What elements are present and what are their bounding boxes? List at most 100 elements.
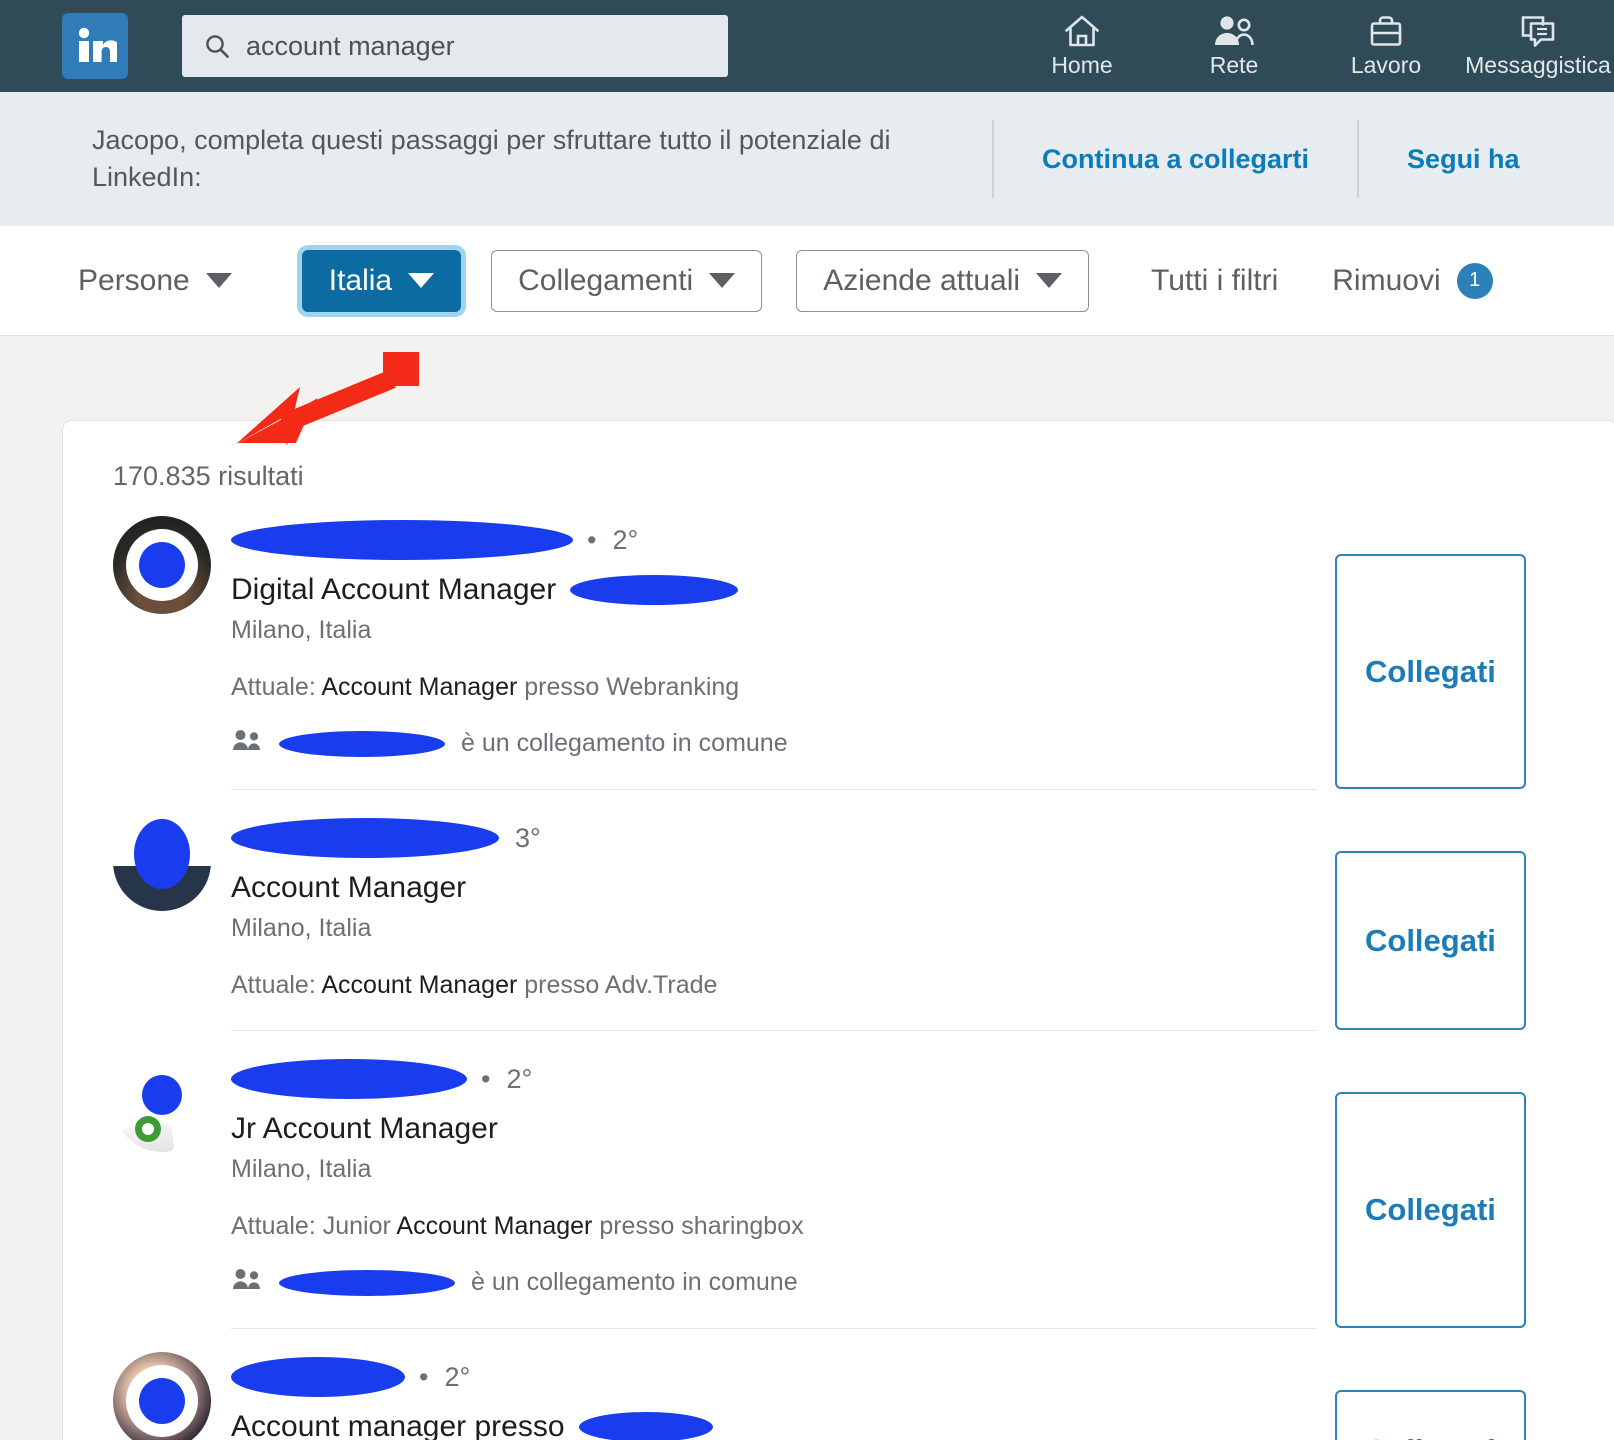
banner-link-continua[interactable]: Continua a collegarti bbox=[994, 144, 1357, 175]
people-icon bbox=[1212, 14, 1256, 48]
connect-column: Collegati bbox=[1317, 1030, 1614, 1328]
open-to-work-indicator bbox=[135, 1116, 161, 1142]
redacted-face bbox=[139, 542, 185, 588]
nav-item-lavoro[interactable]: Lavoro bbox=[1310, 0, 1462, 92]
headline-text: Digital Account Manager bbox=[231, 573, 557, 606]
current-tail: presso Adv.Trade bbox=[524, 971, 718, 999]
redacted-face bbox=[139, 1378, 185, 1424]
chevron-down-icon bbox=[1036, 273, 1063, 288]
mutual-suffix: è un collegamento in comune bbox=[471, 1268, 798, 1296]
avatar[interactable] bbox=[113, 516, 211, 614]
current-position: Attuale: Account Manager presso Adv.Trad… bbox=[231, 971, 1317, 1000]
redacted-name bbox=[231, 818, 499, 858]
redacted-mutual-name bbox=[279, 730, 445, 757]
current-prefix-extra: Junior bbox=[322, 1212, 391, 1240]
avatar-column bbox=[113, 1030, 231, 1328]
result-body: • 2° Jr Account Manager Milano, Italia A… bbox=[231, 1030, 1317, 1328]
filter-collegamenti-label: Collegamenti bbox=[518, 263, 694, 297]
nav-label-home: Home bbox=[1051, 51, 1113, 78]
avatar[interactable] bbox=[113, 813, 211, 911]
result-item[interactable]: • 2° Account manager presso Milano, Ital… bbox=[63, 1328, 1614, 1440]
degree-badge: 2° bbox=[612, 524, 639, 555]
location: Milano, Italia bbox=[231, 914, 372, 942]
location: Milano, Italia bbox=[231, 1155, 372, 1183]
current-prefix: Attuale: bbox=[231, 1212, 316, 1240]
filter-count-badge: 1 bbox=[1456, 262, 1493, 299]
filter-tutti-i-filtri[interactable]: Tutti i filtri bbox=[1151, 264, 1278, 298]
separator-dot: • bbox=[587, 524, 597, 555]
current-highlight: Account Manager bbox=[321, 971, 518, 999]
nav-items: Home Rete Lavoro Messaggistica bbox=[1006, 0, 1614, 92]
banner-link-segui[interactable]: Segui ha bbox=[1359, 144, 1568, 175]
avatar[interactable] bbox=[113, 1054, 211, 1152]
people-icon bbox=[231, 728, 263, 759]
filter-collegamenti[interactable]: Collegamenti bbox=[491, 249, 763, 312]
nav-label-messaggistica: Messaggistica bbox=[1465, 51, 1611, 78]
connect-column: Collegati bbox=[1317, 1328, 1614, 1440]
redacted-name bbox=[231, 520, 573, 560]
redacted-headline-tail bbox=[570, 575, 739, 605]
headline: Jr Account Manager bbox=[231, 1109, 1317, 1149]
avatar-column bbox=[113, 789, 231, 1030]
search-input[interactable] bbox=[246, 30, 712, 62]
nav-label-rete: Rete bbox=[1209, 51, 1259, 78]
mutual-suffix: è un collegamento in comune bbox=[461, 729, 788, 757]
linkedin-logo[interactable] bbox=[62, 13, 128, 79]
current-position: Attuale: Junior Account Manager presso s… bbox=[231, 1212, 1317, 1241]
redacted-headline-tail bbox=[578, 1412, 713, 1440]
result-item[interactable]: • 2° Digital Account Manager Milano, Ita… bbox=[63, 492, 1614, 789]
filter-persone[interactable]: Persone bbox=[78, 264, 232, 298]
current-tail: presso Webranking bbox=[524, 673, 740, 701]
current-prefix: Attuale: bbox=[231, 971, 316, 999]
current-highlight: Account Manager bbox=[396, 1212, 593, 1240]
result-body: • 2° Account manager presso Milano, Ital… bbox=[231, 1328, 1317, 1440]
headline: Account manager presso bbox=[231, 1407, 1317, 1440]
connect-button[interactable]: Collegati bbox=[1335, 1092, 1526, 1328]
top-navigation-bar: Home Rete Lavoro bbox=[0, 0, 1614, 92]
current-prefix: Attuale: bbox=[231, 673, 316, 701]
avatar-column bbox=[113, 1328, 231, 1440]
home-icon bbox=[1063, 14, 1101, 48]
connect-button[interactable]: Collegati bbox=[1335, 851, 1526, 1030]
redacted-name bbox=[231, 1059, 467, 1099]
current-position: Attuale: Account Manager presso Webranki… bbox=[231, 673, 1317, 702]
results-page: 170.835 risultati • 2° Digital Account M… bbox=[0, 336, 1614, 1440]
name-line: • 2° bbox=[231, 518, 1317, 562]
result-item[interactable]: • 2° Jr Account Manager Milano, Italia A… bbox=[63, 1030, 1614, 1328]
filter-rimuovi[interactable]: Rimuovi 1 bbox=[1332, 262, 1493, 299]
message-icon bbox=[1518, 14, 1558, 48]
result-item[interactable]: 3° Account Manager Milano, Italia Attual… bbox=[63, 789, 1614, 1030]
redacted-face bbox=[134, 819, 190, 890]
filter-aziende-label: Aziende attuali bbox=[823, 263, 1021, 297]
result-body: 3° Account Manager Milano, Italia Attual… bbox=[231, 789, 1317, 1030]
headline: Digital Account Manager bbox=[231, 570, 1317, 610]
headline-text: Jr Account Manager bbox=[231, 1112, 498, 1145]
search-box[interactable] bbox=[182, 15, 728, 77]
avatar[interactable] bbox=[113, 1352, 211, 1440]
nav-label-lavoro: Lavoro bbox=[1350, 51, 1422, 78]
location: Milano, Italia bbox=[231, 616, 372, 644]
degree-badge: 2° bbox=[444, 1361, 471, 1392]
onboarding-banner: Jacopo, completa questi passaggi per sfr… bbox=[0, 92, 1614, 226]
nav-item-rete[interactable]: Rete bbox=[1158, 0, 1310, 92]
filter-bar: Persone Italia Collegamenti Aziende attu… bbox=[0, 226, 1614, 336]
degree-badge: 2° bbox=[506, 1063, 533, 1094]
chevron-down-icon bbox=[709, 273, 736, 288]
banner-message: Jacopo, completa questi passaggi per sfr… bbox=[92, 124, 891, 192]
avatar-column bbox=[113, 492, 231, 789]
connect-button[interactable]: Collegati bbox=[1335, 554, 1526, 789]
degree-badge: 3° bbox=[515, 822, 541, 853]
filter-italia[interactable]: Italia bbox=[301, 249, 462, 312]
headline-text: Account Manager bbox=[231, 871, 467, 904]
chevron-down-icon bbox=[408, 273, 435, 288]
current-tail: presso sharingbox bbox=[599, 1212, 804, 1240]
results-card: 170.835 risultati • 2° Digital Account M… bbox=[62, 420, 1614, 1440]
headline-text: Account manager presso bbox=[231, 1410, 565, 1440]
nav-item-messaggistica[interactable]: Messaggistica bbox=[1462, 0, 1614, 92]
name-line: 3° bbox=[231, 816, 1317, 860]
filter-aziende-attuali[interactable]: Aziende attuali bbox=[796, 249, 1090, 312]
connect-column: Collegati bbox=[1317, 492, 1614, 789]
search-icon bbox=[204, 33, 230, 59]
nav-item-home[interactable]: Home bbox=[1006, 0, 1158, 92]
connect-button[interactable]: Collegati bbox=[1335, 1390, 1526, 1440]
